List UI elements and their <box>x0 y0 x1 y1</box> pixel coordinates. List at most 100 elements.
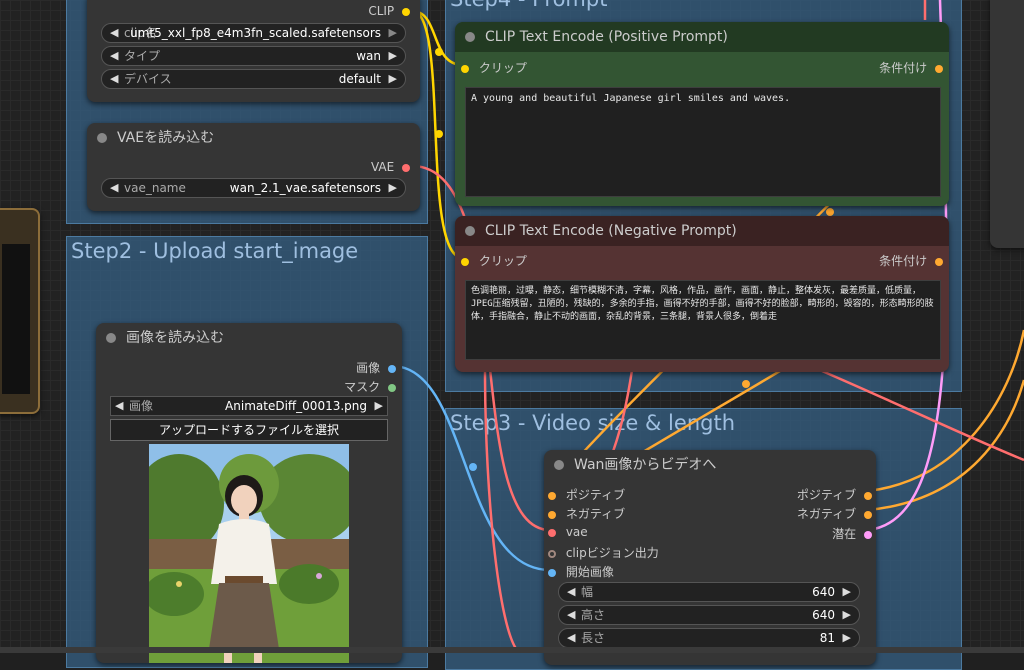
wan-input-start-image[interactable]: 開始画像 <box>548 563 614 580</box>
length-widget[interactable]: ◀ 長さ 81 ▶ <box>558 628 860 648</box>
wan-input-positive-label: ポジティブ <box>565 488 626 502</box>
mask-output-label: マスク <box>344 380 381 394</box>
clip-positive-input-pin[interactable] <box>461 64 469 73</box>
wan-output-negative-pin[interactable] <box>864 510 872 519</box>
wan-output-negative-label: ネガティブ <box>796 507 857 521</box>
vae-output[interactable]: VAE <box>371 160 410 174</box>
wan-input-clip-vision-pin[interactable] <box>548 549 556 558</box>
image-next-arrow[interactable]: ▶ <box>375 397 383 415</box>
positive-prompt-textarea[interactable]: A young and beautiful Japanese girl smil… <box>465 87 941 197</box>
vae-name-widget[interactable]: ◀ vae_name wan_2.1_vae.safetensors ▶ <box>101 178 406 198</box>
wan-output-positive[interactable]: ポジティブ <box>797 486 872 503</box>
vae-name-prev-arrow[interactable]: ◀ <box>110 179 118 197</box>
image-output[interactable]: 画像 <box>356 359 396 376</box>
length-decrement-arrow[interactable]: ◀ <box>567 629 575 647</box>
wan-output-latent-pin[interactable] <box>864 530 872 539</box>
vae-loader-node[interactable]: VAEを読み込む VAE ◀ vae_name wan_2.1_vae.safe… <box>87 123 420 211</box>
mask-output-pin[interactable] <box>388 383 396 392</box>
clip-device-prev-arrow[interactable]: ◀ <box>110 70 118 88</box>
clip-device-label: デバイス <box>124 72 172 86</box>
wan-input-vae-label: vae <box>565 525 588 539</box>
clip-type-next-arrow[interactable]: ▶ <box>389 47 397 65</box>
clip-type-widget[interactable]: ◀ タイプ wan ▶ <box>101 46 406 66</box>
wan-input-start-image-pin[interactable] <box>548 568 556 577</box>
clip-positive-node[interactable]: CLIP Text Encode (Positive Prompt) クリップ … <box>455 22 949 206</box>
wan-input-vae-pin[interactable] <box>548 528 556 537</box>
node-collapse-dot[interactable] <box>97 133 107 143</box>
clip-positive-input-label: クリップ <box>478 61 527 75</box>
clip-output-pin[interactable] <box>402 7 410 16</box>
clip-positive-title-bar[interactable]: CLIP Text Encode (Positive Prompt) <box>455 22 949 52</box>
clip-positive-output-label: 条件付け <box>879 61 928 75</box>
load-image-node[interactable]: 画像を読み込む 画像 マスク ◀ 画像 AnimateDiff_00013.pn… <box>96 323 402 663</box>
clip-name-widget[interactable]: ◀ clip名 umt5_xxl_fp8_e4m3fn_scaled.safet… <box>101 23 406 43</box>
clip-positive-input[interactable]: クリップ <box>461 59 527 76</box>
upload-file-button[interactable]: アップロードするファイルを選択 <box>110 419 388 441</box>
wan-input-positive-pin[interactable] <box>548 491 556 500</box>
wan-output-negative[interactable]: ネガティブ <box>797 505 872 522</box>
wan-input-negative[interactable]: ネガティブ <box>548 505 625 522</box>
clip-device-next-arrow[interactable]: ▶ <box>389 70 397 88</box>
wan-output-positive-pin[interactable] <box>864 491 872 500</box>
clip-name-next-arrow[interactable]: ▶ <box>389 24 397 42</box>
image-output-label: 画像 <box>356 361 381 375</box>
height-widget[interactable]: ◀ 高さ 640 ▶ <box>558 605 860 625</box>
reroute-dot-3 <box>469 463 477 471</box>
vae-name-next-arrow[interactable]: ▶ <box>389 179 397 197</box>
clip-positive-output[interactable]: 条件付け <box>879 59 943 76</box>
wan-image-to-video-node[interactable]: Wan画像からビデオへ ポジティブ ネガティブ vae clipビジョン出力 開… <box>544 450 876 665</box>
width-increment-arrow[interactable]: ▶ <box>843 583 851 601</box>
image-output-pin[interactable] <box>388 364 396 373</box>
clip-loader-node[interactable]: CLIP ◀ clip名 umt5_xxl_fp8_e4m3fn_scaled.… <box>87 0 420 102</box>
vae-loader-title-bar[interactable]: VAEを読み込む <box>87 123 420 153</box>
clip-output[interactable]: CLIP <box>368 4 410 18</box>
vae-name-value: wan_2.1_vae.safetensors <box>229 181 381 195</box>
length-value: 81 <box>819 631 835 645</box>
width-widget[interactable]: ◀ 幅 640 ▶ <box>558 582 860 602</box>
node-collapse-dot[interactable] <box>465 226 475 236</box>
wan-node-title-bar[interactable]: Wan画像からビデオへ <box>544 450 876 480</box>
clip-device-value: default <box>338 72 381 86</box>
clip-name-value: umt5_xxl_fp8_e4m3fn_scaled.safetensors <box>130 26 381 40</box>
wan-input-negative-label: ネガティブ <box>565 507 626 521</box>
clip-negative-output[interactable]: 条件付け <box>879 252 943 269</box>
height-decrement-arrow[interactable]: ◀ <box>567 606 575 624</box>
length-increment-arrow[interactable]: ▶ <box>843 629 851 647</box>
bottom-status-bar <box>0 647 1024 653</box>
load-image-title-bar[interactable]: 画像を読み込む <box>96 323 402 353</box>
width-decrement-arrow[interactable]: ◀ <box>567 583 575 601</box>
clip-positive-title: CLIP Text Encode (Positive Prompt) <box>485 29 728 45</box>
clip-type-prev-arrow[interactable]: ◀ <box>110 47 118 65</box>
wan-input-positive[interactable]: ポジティブ <box>548 486 625 503</box>
clip-positive-output-pin[interactable] <box>935 64 943 73</box>
wan-node-title: Wan画像からビデオへ <box>574 457 717 473</box>
wan-input-clip-vision-label: clipビジョン出力 <box>565 546 659 560</box>
wan-input-clip-vision[interactable]: clipビジョン出力 <box>548 544 659 561</box>
clip-negative-title-bar[interactable]: CLIP Text Encode (Negative Prompt) <box>455 216 949 246</box>
wan-output-positive-label: ポジティブ <box>796 488 857 502</box>
wan-input-negative-pin[interactable] <box>548 510 556 519</box>
vae-loader-title: VAEを読み込む <box>117 130 215 146</box>
clip-negative-output-pin[interactable] <box>935 257 943 266</box>
width-label: 幅 <box>581 585 594 599</box>
wan-output-latent-label: 潜在 <box>832 527 857 541</box>
image-select-widget[interactable]: ◀ 画像 AnimateDiff_00013.png ▶ <box>110 396 388 416</box>
clip-negative-input[interactable]: クリップ <box>461 252 527 269</box>
node-collapse-dot[interactable] <box>554 460 564 470</box>
height-value: 640 <box>812 608 835 622</box>
clip-device-widget[interactable]: ◀ デバイス default ▶ <box>101 69 406 89</box>
clip-type-value: wan <box>356 49 381 63</box>
wan-output-latent[interactable]: 潜在 <box>832 525 872 542</box>
clip-name-prev-arrow[interactable]: ◀ <box>110 24 118 42</box>
wan-input-vae[interactable]: vae <box>548 525 588 539</box>
mask-output[interactable]: マスク <box>344 378 396 395</box>
vae-output-pin[interactable] <box>402 163 410 172</box>
height-increment-arrow[interactable]: ▶ <box>843 606 851 624</box>
clip-negative-node[interactable]: CLIP Text Encode (Negative Prompt) クリップ … <box>455 216 949 372</box>
clip-negative-output-label: 条件付け <box>879 254 928 268</box>
node-collapse-dot[interactable] <box>106 333 116 343</box>
node-collapse-dot[interactable] <box>465 32 475 42</box>
image-prev-arrow[interactable]: ◀ <box>115 397 123 415</box>
clip-negative-input-pin[interactable] <box>461 257 469 266</box>
negative-prompt-textarea[interactable]: 色调艳丽，过曝，静态，细节模糊不清，字幕，风格，作品，画作，画面，静止，整体发灰… <box>465 280 941 360</box>
